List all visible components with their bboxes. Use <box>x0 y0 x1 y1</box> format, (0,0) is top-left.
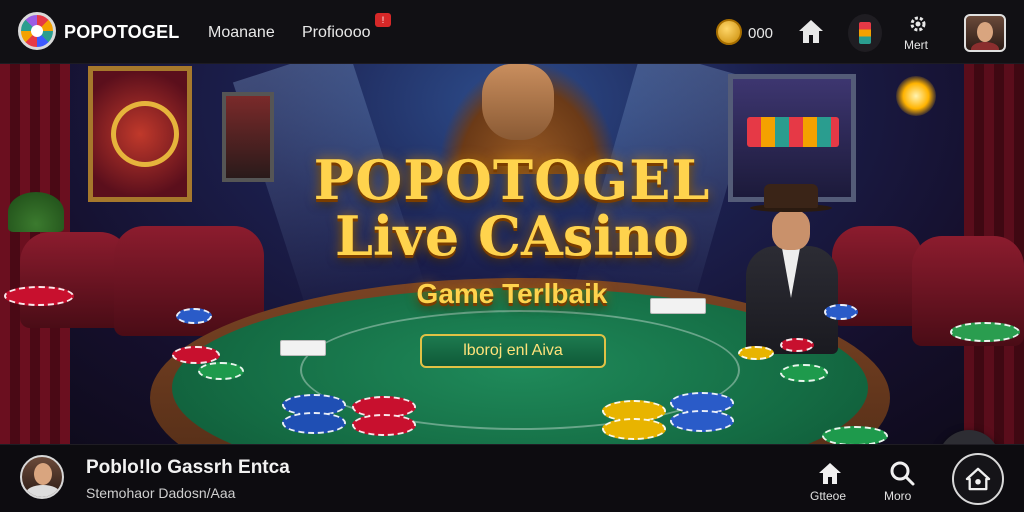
nav-home-label[interactable]: Gtteoe <box>810 489 846 503</box>
home-icon[interactable] <box>796 16 826 46</box>
cta-button[interactable]: lboroj enl Aiva <box>420 334 606 368</box>
chip-single <box>780 338 814 352</box>
mascot-head <box>482 64 554 140</box>
chip-stack-side <box>950 322 1020 342</box>
roulette-logo-icon[interactable] <box>18 12 56 50</box>
hero-title-line1: POPOTOGEL <box>313 148 711 212</box>
bottom-bar: Poblo!lo Gassrh Entca Stemohaor Dadosn/A… <box>0 444 1024 512</box>
house-badge-icon <box>965 467 991 491</box>
wall-lamp <box>896 76 936 116</box>
slot-machine-icon[interactable] <box>848 14 882 52</box>
notification-badge: ! <box>375 13 391 27</box>
chip-stack-blue <box>670 410 734 432</box>
playing-card <box>280 340 326 356</box>
gear-icon[interactable] <box>908 14 928 34</box>
chip-stack-red <box>172 346 220 364</box>
chip-stack-green <box>198 362 244 380</box>
coin-icon <box>716 19 742 45</box>
home-shortcut-button[interactable] <box>952 453 1004 505</box>
chip-single <box>738 346 774 360</box>
host-avatar[interactable] <box>20 455 64 499</box>
hero-subtitle: Game Terlbaik <box>416 278 608 309</box>
more-label[interactable]: Mert <box>904 38 928 52</box>
home-icon[interactable] <box>816 459 844 487</box>
brand-name[interactable]: POPOTOGEL <box>64 22 180 43</box>
top-bar: POPOTOGEL Moanane Profioooo ! 000 Mert <box>0 0 1024 64</box>
footer-subtitle: Stemohaor Dadosn/Aaa <box>86 485 236 501</box>
wallet-icon <box>938 430 1000 444</box>
nav-search-label[interactable]: Moro <box>884 489 911 503</box>
chip-stack-red <box>352 414 416 436</box>
search-icon[interactable] <box>888 459 916 487</box>
wallet-button[interactable] <box>938 430 1000 444</box>
footer-title: Poblo!lo Gassrh Entca <box>86 457 290 478</box>
user-avatar[interactable] <box>964 14 1006 52</box>
chip-stack-yellow <box>602 418 666 440</box>
nav-link-1[interactable]: Moanane <box>208 24 275 42</box>
chip-stack-blue <box>282 412 346 434</box>
chip-stack-green <box>780 364 828 382</box>
coin-balance: 000 <box>748 25 774 42</box>
nav-link-2[interactable]: Profioooo <box>302 24 371 42</box>
hero-title-line2: Live CAsino <box>334 204 690 268</box>
chip-single <box>822 426 888 444</box>
chip-stack-blue <box>176 308 212 324</box>
hero-banner: POPOTOGEL Live CAsino Game Terlbaik lbor… <box>0 64 1024 444</box>
